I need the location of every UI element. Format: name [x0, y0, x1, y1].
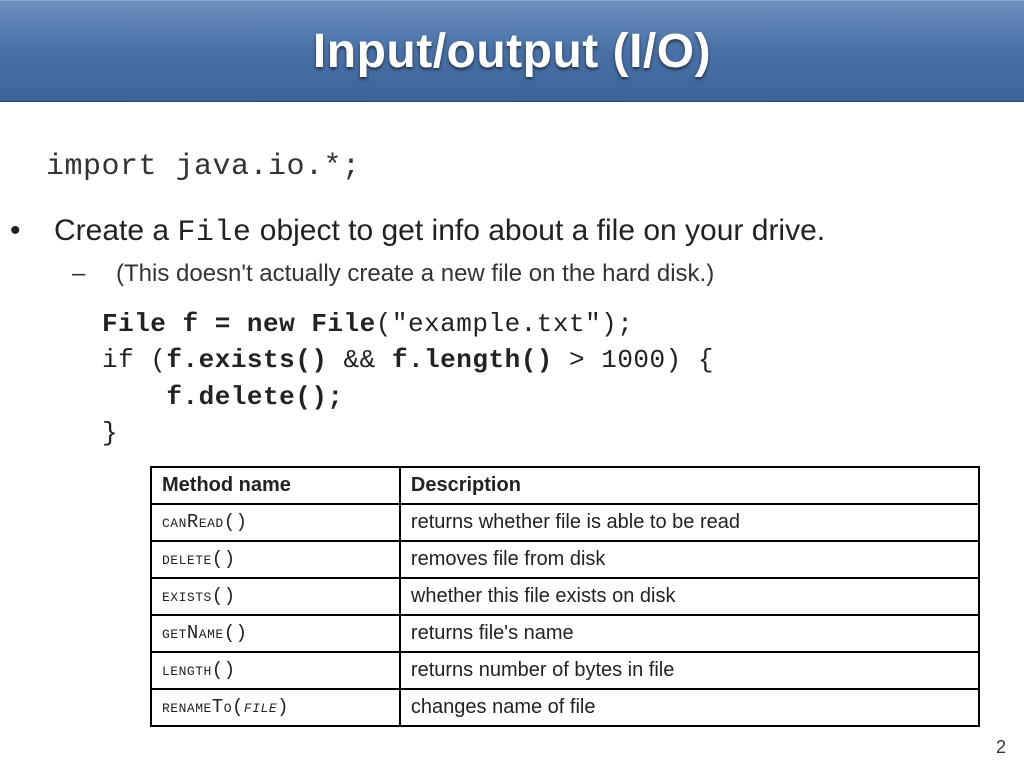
dash-icon: –: [94, 260, 116, 288]
table-row: getName() returns file's name: [151, 615, 979, 652]
bullet-icon: •: [32, 214, 54, 248]
bullet2-text: (This doesn't actually create a new file…: [116, 260, 714, 287]
code-block: File f = new File("example.txt"); if (f.…: [102, 306, 994, 452]
desc-cell: returns file's name: [400, 615, 979, 652]
table-row: renameTo(file) changes name of file: [151, 689, 979, 726]
method-cell: canRead(): [151, 504, 400, 541]
col-description: Description: [400, 467, 979, 504]
code-l2d: f.length(): [392, 345, 553, 375]
code-l1a: File f = new File: [102, 309, 376, 339]
method-cell: getName(): [151, 615, 400, 652]
title-bar: Input/output (I/O): [0, 0, 1024, 102]
table-row: delete() removes file from disk: [151, 541, 979, 578]
table-row: canRead() returns whether file is able t…: [151, 504, 979, 541]
col-method-name: Method name: [151, 467, 400, 504]
code-l2c: &&: [327, 345, 391, 375]
bullet-level-1: •Create a File object to get info about …: [30, 214, 994, 250]
table-row: length() returns number of bytes in file: [151, 652, 979, 689]
page-number: 2: [996, 737, 1006, 758]
desc-cell: whether this file exists on disk: [400, 578, 979, 615]
desc-cell: removes file from disk: [400, 541, 979, 578]
slide-title: Input/output (I/O): [313, 24, 711, 79]
bullet1-text-pre: Create a: [54, 214, 177, 247]
code-l2e: > 1000) {: [553, 345, 714, 375]
bullet-level-2: –(This doesn't actually create a new fil…: [92, 260, 994, 288]
slide-content: import java.io.*; •Create a File object …: [0, 102, 1024, 727]
desc-cell: returns whether file is able to be read: [400, 504, 979, 541]
slide: Input/output (I/O) import java.io.*; •Cr…: [0, 0, 1024, 768]
method-cell: renameTo(file): [151, 689, 400, 726]
desc-cell: changes name of file: [400, 689, 979, 726]
code-l2a: if (: [102, 345, 166, 375]
code-l4: }: [102, 418, 118, 448]
code-l2b: f.exists(): [166, 345, 327, 375]
method-cell: exists(): [151, 578, 400, 615]
methods-table: Method name Description canRead() return…: [150, 466, 980, 727]
table-row: exists() whether this file exists on dis…: [151, 578, 979, 615]
method-cell: length(): [151, 652, 400, 689]
method-cell: delete(): [151, 541, 400, 578]
import-statement: import java.io.*;: [46, 150, 994, 184]
code-l3: f.delete();: [102, 382, 344, 412]
bullet1-code: File: [177, 216, 251, 250]
bullet1-text-post: object to get info about a file on your …: [251, 214, 825, 247]
desc-cell: returns number of bytes in file: [400, 652, 979, 689]
code-l1b: ("example.txt");: [376, 309, 634, 339]
table-header-row: Method name Description: [151, 467, 979, 504]
